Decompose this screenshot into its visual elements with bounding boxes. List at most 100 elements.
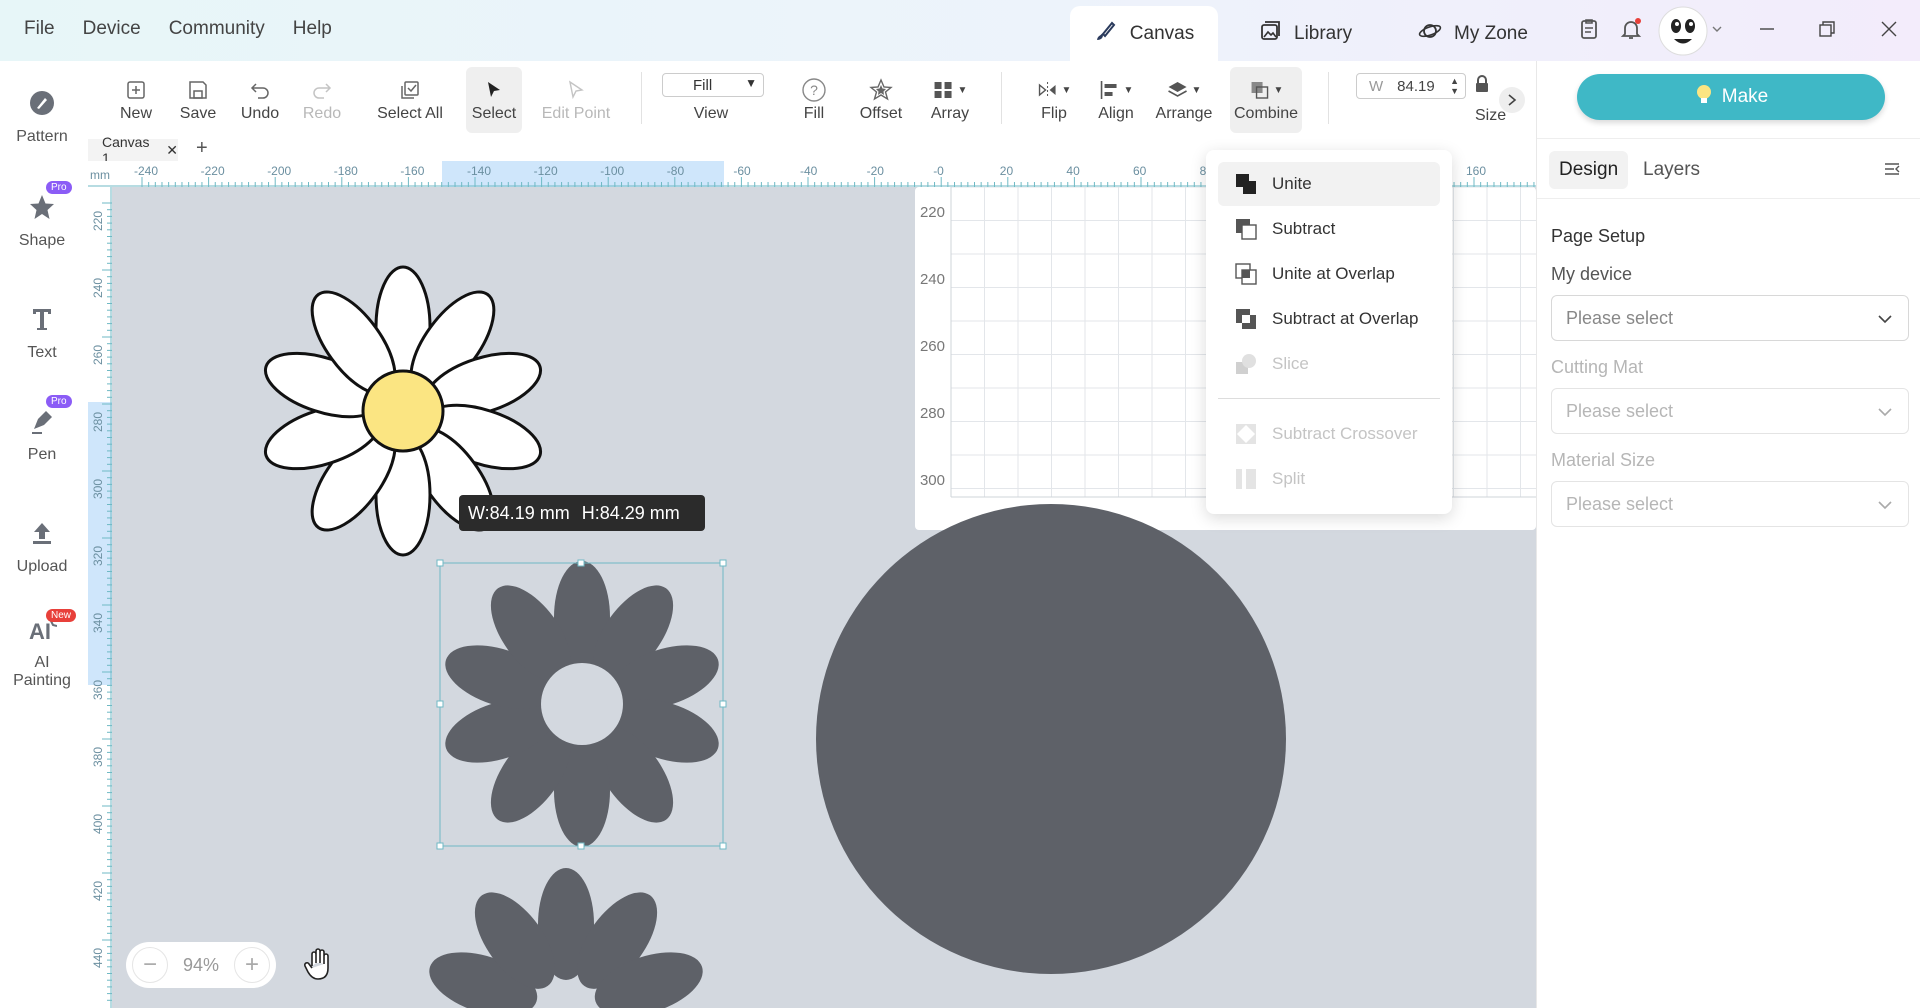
tab-design[interactable]: Design: [1549, 151, 1629, 189]
close-tab-icon[interactable]: ✕: [166, 142, 178, 159]
ruler-tick-label: -20: [866, 164, 884, 178]
large-circle-shape[interactable]: [816, 504, 1286, 974]
array-button[interactable]: ▼ Array: [920, 67, 980, 133]
menu-file[interactable]: File: [24, 18, 55, 40]
select-button[interactable]: Select: [466, 67, 522, 133]
offset-button[interactable]: Offset: [850, 67, 912, 133]
stepper-icon[interactable]: ▲ ▼: [1450, 76, 1459, 96]
ruler-tick-label: 260: [91, 344, 105, 365]
ruler-tick-label: 160: [1466, 164, 1487, 178]
avatar[interactable]: [1658, 6, 1708, 56]
edit-point-icon: [565, 77, 587, 103]
add-tab-icon[interactable]: +: [196, 137, 208, 160]
menu-item-subtract[interactable]: Subtract: [1218, 207, 1440, 251]
toolbar-scroll-right-button[interactable]: [1499, 87, 1525, 113]
doc-tab-canvas-1[interactable]: Canvas 1 ✕: [88, 134, 178, 166]
menu-item-slice[interactable]: Slice: [1218, 342, 1440, 386]
layers-stack-icon: ▼: [1167, 77, 1201, 103]
ruler-tick-label: -60: [733, 164, 751, 178]
lock-icon[interactable]: [1474, 75, 1490, 98]
upload-icon: [28, 519, 56, 552]
menu-item-subtract-at-overlap[interactable]: Subtract at Overlap: [1218, 297, 1440, 341]
size-label: Size: [1475, 107, 1507, 124]
tab-canvas[interactable]: Canvas: [1070, 6, 1218, 61]
zoom-out-button[interactable]: −: [132, 947, 168, 983]
redo-button[interactable]: Redo: [294, 67, 350, 133]
device-select[interactable]: Please select: [1551, 295, 1909, 341]
menu-community[interactable]: Community: [169, 18, 265, 40]
subtract-icon: [1236, 219, 1257, 240]
chevron-down-icon: [1878, 408, 1892, 417]
ruler-tick-label: -120: [533, 164, 558, 178]
tab-my-zone[interactable]: My Zone: [1418, 6, 1528, 61]
select-all-button[interactable]: Select All: [372, 67, 448, 133]
cutting-mat-select[interactable]: Please select: [1551, 388, 1909, 434]
solid-flower-selected[interactable]: [437, 561, 726, 847]
split-icon: [1236, 469, 1256, 489]
left-sidebar: Pattern Pro Shape Text Pro Pen Upload Ne…: [0, 61, 88, 1008]
sidebar-item-pattern[interactable]: Pattern: [0, 89, 84, 146]
chevron-down-icon[interactable]: [1710, 22, 1724, 36]
bulb-icon: [1694, 83, 1714, 111]
help-circle-icon: ?: [801, 77, 827, 103]
hand-pan-icon[interactable]: [302, 946, 336, 987]
view-select[interactable]: Fill ▼: [662, 73, 764, 97]
sidebar-item-shape[interactable]: Pro Shape: [0, 181, 84, 250]
subtract-crossover-icon: [1236, 424, 1256, 444]
material-size-select[interactable]: Please select: [1551, 481, 1909, 527]
ruler-tick-label: 340: [91, 612, 105, 633]
svg-text:AI: AI: [29, 619, 51, 644]
minimize-icon[interactable]: [1754, 16, 1780, 42]
combine-button[interactable]: ▼ Combine: [1230, 67, 1302, 133]
combine-dropdown-menu: Unite Subtract Unite at Overlap Subtract…: [1206, 150, 1452, 514]
ruler-tick-label: 60: [1133, 164, 1147, 178]
ruler-tick-label: -140: [467, 164, 492, 178]
ruler-tick-label: -0: [933, 164, 944, 178]
tab-layers[interactable]: Layers: [1643, 159, 1700, 181]
ruler-tick-label: -200: [267, 164, 292, 178]
restore-icon[interactable]: [1814, 16, 1840, 42]
pen-icon: [28, 407, 56, 440]
sidebar-item-pen[interactable]: Pro Pen: [0, 395, 84, 464]
tab-library[interactable]: Library: [1258, 6, 1352, 61]
menu-device[interactable]: Device: [83, 18, 141, 40]
fill-button[interactable]: ? Fill: [786, 67, 842, 133]
edit-point-button[interactable]: Edit Point: [534, 67, 618, 133]
undo-button[interactable]: Undo: [232, 67, 288, 133]
menu-item-subtract-crossover[interactable]: Subtract Crossover: [1218, 412, 1440, 456]
close-icon[interactable]: [1876, 16, 1902, 42]
menu-help[interactable]: Help: [293, 18, 332, 40]
toolbar-divider: [1001, 72, 1002, 124]
size-tooltip: W:84.19 mm H:84.29 mm: [459, 495, 705, 531]
flip-button[interactable]: ▼ Flip: [1026, 67, 1082, 133]
unite-overlap-icon: [1235, 263, 1257, 285]
new-button[interactable]: New: [108, 67, 164, 133]
bell-icon[interactable]: [1618, 16, 1644, 42]
sidebar-item-upload[interactable]: Upload: [0, 519, 84, 576]
sidebar-item-text[interactable]: Text: [0, 305, 84, 362]
cursor-arrow-icon: [483, 77, 505, 103]
align-button[interactable]: ▼ Align: [1088, 67, 1144, 133]
page-setup-heading: Page Setup: [1551, 226, 1646, 246]
zoom-in-button[interactable]: +: [234, 947, 270, 983]
solid-flower-partial[interactable]: [421, 868, 710, 1008]
menu-item-unite-at-overlap[interactable]: Unite at Overlap: [1218, 252, 1440, 296]
make-button[interactable]: Make: [1577, 74, 1885, 120]
sidebar-item-ai-painting[interactable]: New AI AI Painting: [0, 609, 84, 690]
slice-icon: [1236, 354, 1256, 374]
toolbar: New Save Undo Redo Select All Select Edi…: [88, 61, 1536, 139]
pro-badge: Pro: [46, 395, 72, 408]
arrange-button[interactable]: ▼ Arrange: [1150, 67, 1218, 133]
menu-item-split[interactable]: Split: [1218, 457, 1440, 501]
select-all-icon: [399, 77, 421, 103]
ruler-tick-label: -220: [200, 164, 225, 178]
undo-icon: [249, 77, 271, 103]
clipboard-icon[interactable]: [1576, 16, 1602, 42]
menu-item-unite[interactable]: Unite: [1218, 162, 1440, 206]
collapse-panel-icon[interactable]: [1883, 160, 1901, 183]
width-input[interactable]: W 84.19 ▲ ▼: [1356, 73, 1466, 99]
save-button[interactable]: Save: [170, 67, 226, 133]
ruler-tick-label: -160: [400, 164, 425, 178]
zoom-level: 94%: [182, 954, 220, 975]
ruler-tick-label: 280: [91, 411, 105, 432]
